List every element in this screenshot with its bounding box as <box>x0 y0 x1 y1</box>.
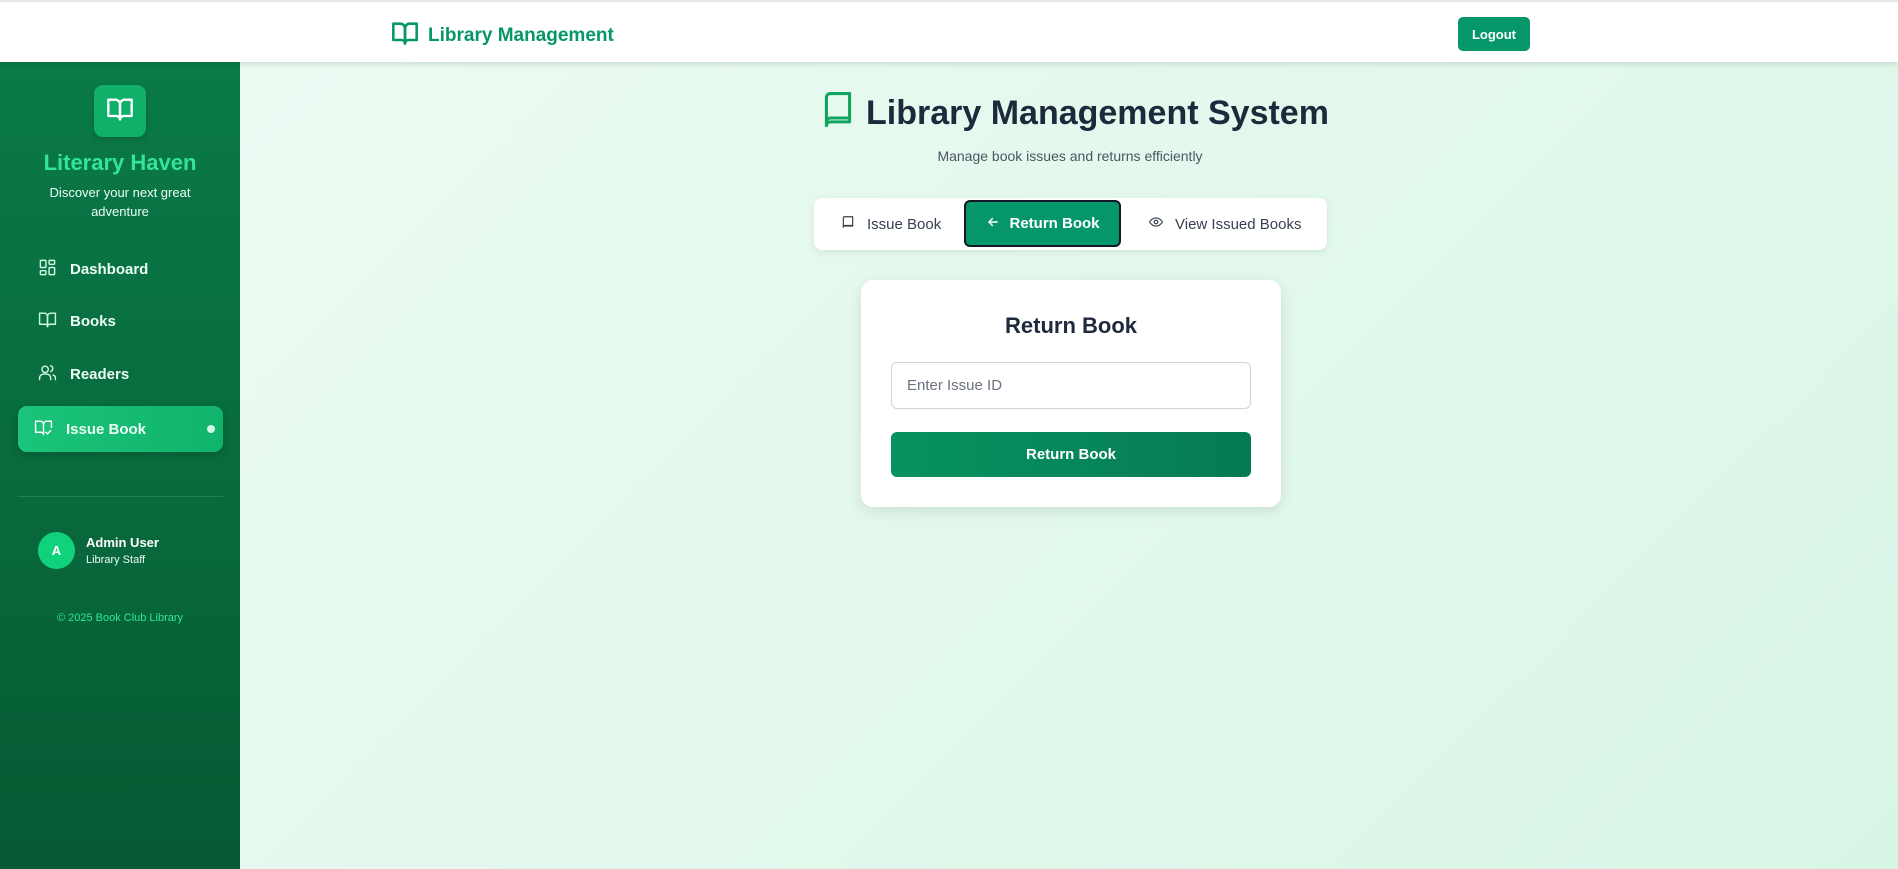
sidebar-item-issue-book[interactable]: Issue Book <box>18 406 223 452</box>
arrow-left-icon <box>986 215 1000 233</box>
tab-view-issued-books[interactable]: View Issued Books <box>1149 198 1301 250</box>
navbar-brand[interactable]: Library Management <box>390 19 614 53</box>
tab-label: Return Book <box>1009 215 1100 232</box>
tab-bar: Issue Book Return Book View Issued Books <box>814 198 1327 250</box>
sidebar-subtitle: Discover your next great adventure <box>49 185 191 219</box>
sidebar-logo <box>94 85 146 137</box>
tab-label: Issue Book <box>867 215 942 233</box>
copyright-text: © 2025 Book Club Library <box>56 612 184 624</box>
card-title: Return Book <box>1005 313 1137 338</box>
active-indicator-dot <box>207 425 215 433</box>
sidebar: Literary Haven Discover your next great … <box>0 62 240 869</box>
return-book-button[interactable]: Return Book <box>891 432 1251 477</box>
sidebar-item-label: Readers <box>70 365 130 383</box>
tab-label: View Issued Books <box>1175 215 1302 233</box>
sidebar-item-readers[interactable]: Readers <box>18 351 223 397</box>
book-open-icon <box>105 95 135 128</box>
return-book-card: Return Book Return Book <box>861 280 1281 507</box>
sidebar-item-label: Issue Book <box>66 420 147 438</box>
page-subtitle: Manage book issues and returns efficient… <box>937 148 1203 164</box>
navbar-brand-label: Library Management <box>428 25 614 46</box>
sidebar-item-books[interactable]: Books <box>18 298 223 344</box>
issue-id-input[interactable] <box>891 362 1251 409</box>
page-title-text: Library Management System <box>866 94 1329 132</box>
tab-return-book[interactable]: Return Book <box>964 200 1121 247</box>
eye-icon <box>1149 215 1163 233</box>
book-open-icon <box>390 19 420 53</box>
tab-issue-book[interactable]: Issue Book <box>841 198 941 250</box>
page-title: Library Management System <box>822 91 1329 136</box>
top-navbar: Library Management Logout <box>0 0 1898 62</box>
user-role: Library Staff <box>86 554 146 566</box>
sidebar-title: Literary Haven <box>43 150 197 175</box>
dashboard-grid-icon <box>38 258 57 281</box>
avatar[interactable]: A <box>38 532 75 569</box>
book-icon <box>822 91 854 136</box>
book-open-icon <box>38 310 57 333</box>
sidebar-item-dashboard[interactable]: Dashboard <box>18 246 223 292</box>
logout-button[interactable]: Logout <box>1458 17 1530 51</box>
book-check-icon <box>34 418 53 441</box>
sidebar-divider <box>18 496 223 497</box>
sidebar-item-label: Books <box>70 312 116 330</box>
book-icon <box>841 215 855 233</box>
users-icon <box>38 363 57 386</box>
user-name: Admin User <box>86 535 159 550</box>
sidebar-item-label: Dashboard <box>70 260 149 278</box>
